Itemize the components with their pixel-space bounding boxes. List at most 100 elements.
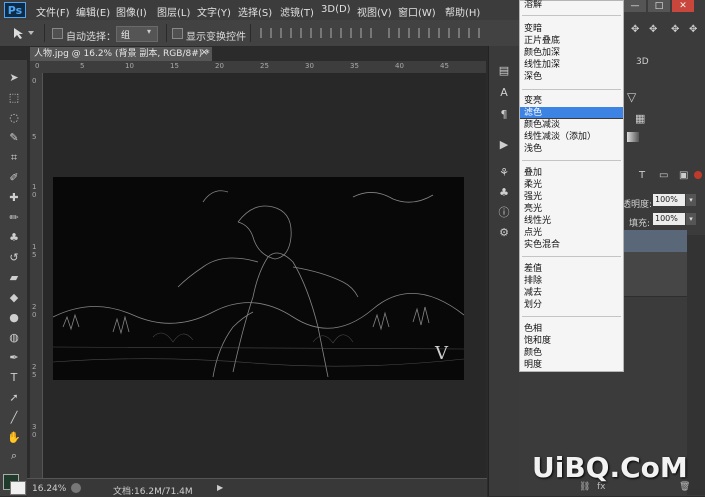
menu-edit[interactable]: 编辑(E) xyxy=(76,4,110,19)
info-icon[interactable]: ⓘ xyxy=(496,206,512,220)
blend-item-color-dodge[interactable]: 颜色减淡 xyxy=(524,119,560,131)
distribute-bottom-icon[interactable] xyxy=(428,28,440,38)
chevron-down-icon[interactable]: ▾ xyxy=(686,213,696,225)
align-bottom-icon[interactable] xyxy=(300,28,312,38)
blur-tool-icon[interactable]: ● xyxy=(4,310,24,326)
menu-help[interactable]: 帮助(H) xyxy=(445,4,480,19)
align-hcenter-icon[interactable] xyxy=(340,28,352,38)
eyedropper-tool-icon[interactable]: ✐ xyxy=(4,170,24,186)
align-vcenter-icon[interactable] xyxy=(280,28,292,38)
lasso-tool-icon[interactable]: ◌ xyxy=(4,110,24,126)
blend-item-darken[interactable]: 变暗 xyxy=(524,23,542,35)
properties-icon[interactable]: ⚙ xyxy=(496,226,512,240)
shape-tool-icon[interactable]: ╱ xyxy=(4,410,24,426)
paint-bucket-tool-icon[interactable]: ◆ xyxy=(4,290,24,306)
blend-item-lighter-color[interactable]: 浅色 xyxy=(524,143,542,155)
quick-select-tool-icon[interactable]: ✎ xyxy=(4,130,24,146)
blend-item-dissolve[interactable]: 溶解 xyxy=(524,0,542,11)
blend-item-soft-light[interactable]: 柔光 xyxy=(524,179,542,191)
path-select-tool-icon[interactable]: ➚ xyxy=(4,390,24,406)
character-icon[interactable]: A xyxy=(496,86,512,100)
align-top-icon[interactable] xyxy=(260,28,272,38)
healing-brush-tool-icon[interactable]: ✚ xyxy=(4,190,24,206)
blend-item-linear-burn[interactable]: 线性加深 xyxy=(524,59,560,71)
blend-item-hard-light[interactable]: 强光 xyxy=(524,191,542,203)
paragraph-icon[interactable]: ¶ xyxy=(496,108,512,122)
shape-filter-icon[interactable]: ▭ xyxy=(659,170,668,181)
blend-item-hue[interactable]: 色相 xyxy=(524,323,542,335)
menu-window[interactable]: 窗口(W) xyxy=(398,4,436,19)
menu-image[interactable]: 图像(I) xyxy=(116,4,147,19)
blend-item-color[interactable]: 颜色 xyxy=(524,347,542,359)
blend-item-subtract[interactable]: 减去 xyxy=(524,287,542,299)
play-icon[interactable]: ▶ xyxy=(217,483,223,492)
history-brush-tool-icon[interactable]: ↺ xyxy=(4,250,24,266)
menu-filter[interactable]: 滤镜(T) xyxy=(280,4,314,19)
background-color-swatch[interactable] xyxy=(10,481,26,495)
blend-item-exclusion[interactable]: 排除 xyxy=(524,275,542,287)
layer-row[interactable] xyxy=(622,274,687,297)
close-tab-icon[interactable]: × xyxy=(200,47,208,58)
menu-file[interactable]: 文件(F) xyxy=(36,4,70,19)
blend-item-vivid-light[interactable]: 亮光 xyxy=(524,203,542,215)
blend-item-difference[interactable]: 差值 xyxy=(524,263,542,275)
layer-row[interactable] xyxy=(622,252,687,275)
align-right-icon[interactable] xyxy=(360,28,372,38)
crop-tool-icon[interactable]: ⌗ xyxy=(4,150,24,166)
menu-select[interactable]: 选择(S) xyxy=(238,4,272,19)
menu-3d[interactable]: 3D(D) xyxy=(321,4,351,15)
document-tab[interactable]: 人物.jpg @ 16.2% (背景 副本, RGB/8#) * xyxy=(30,47,212,61)
hand-tool-icon[interactable]: ✋ xyxy=(4,430,24,446)
blend-item-overlay[interactable]: 叠加 xyxy=(524,167,542,179)
opacity-input[interactable]: 100% xyxy=(653,194,685,206)
show-transform-checkbox[interactable] xyxy=(172,28,183,39)
menu-type[interactable]: 文字(Y) xyxy=(197,4,231,19)
filter-toggle-icon[interactable] xyxy=(694,171,702,179)
type-filter-icon[interactable]: T xyxy=(639,170,645,181)
blend-item-multiply[interactable]: 正片叠底 xyxy=(524,35,560,47)
type-tool-icon[interactable]: T xyxy=(4,370,24,386)
minimize-icon[interactable]: — xyxy=(624,0,646,12)
close-window-icon[interactable]: ✕ xyxy=(672,0,694,12)
layer-row-selected[interactable] xyxy=(622,230,687,253)
move-tool-icon[interactable]: ➤ xyxy=(4,70,24,86)
blend-item-divide[interactable]: 划分 xyxy=(524,299,542,311)
blend-item-luminosity[interactable]: 明度 xyxy=(524,359,542,371)
blend-item-linear-dodge[interactable]: 线性减淡（添加） xyxy=(524,131,596,143)
blend-item-hard-mix[interactable]: 实色混合 xyxy=(524,239,560,251)
clone-source-icon[interactable]: ♣ xyxy=(496,186,512,200)
blend-item-saturation[interactable]: 饱和度 xyxy=(524,335,551,347)
document-image[interactable]: V xyxy=(53,177,464,380)
marquee-tool-icon[interactable]: ⬚ xyxy=(4,90,24,106)
smart-filter-icon[interactable]: ▣ xyxy=(679,170,688,181)
auto-select-dropdown[interactable]: 组 ▾ xyxy=(116,26,158,42)
fill-input[interactable]: 100% xyxy=(653,213,685,225)
zoom-tool-icon[interactable]: ⌕ xyxy=(4,448,24,464)
menu-view[interactable]: 视图(V) xyxy=(357,4,392,19)
histogram-icon[interactable]: ▤ xyxy=(496,64,512,78)
zoom-level[interactable]: 16.24% xyxy=(32,484,66,494)
clone-stamp-tool-icon[interactable]: ♣ xyxy=(4,230,24,246)
distribute-vcenter-icon[interactable] xyxy=(408,28,420,38)
tab-3d[interactable]: 3D xyxy=(636,57,649,67)
brush-presets-icon[interactable]: ⚘ xyxy=(496,166,512,180)
dodge-tool-icon[interactable]: ◍ xyxy=(4,330,24,346)
maximize-icon[interactable]: □ xyxy=(648,0,670,12)
distribute-left-icon[interactable] xyxy=(448,28,460,38)
blend-item-linear-light[interactable]: 线性光 xyxy=(524,215,551,227)
pen-tool-icon[interactable]: ✒ xyxy=(4,350,24,366)
auto-select-checkbox[interactable] xyxy=(52,28,63,39)
chevron-down-icon[interactable]: ▾ xyxy=(686,194,696,206)
actions-play-icon[interactable]: ▶ xyxy=(496,138,512,152)
blend-item-lighten[interactable]: 变亮 xyxy=(524,95,542,107)
blend-item-screen[interactable]: 滤色 xyxy=(524,107,542,119)
blend-item-darker-color[interactable]: 深色 xyxy=(524,71,542,83)
eraser-tool-icon[interactable]: ▰ xyxy=(4,270,24,286)
blend-item-pin-light[interactable]: 点光 xyxy=(524,227,542,239)
panel-scrollbar[interactable] xyxy=(687,235,705,495)
blend-item-color-burn[interactable]: 颜色加深 xyxy=(524,47,560,59)
brush-tool-icon[interactable]: ✏ xyxy=(4,210,24,226)
distribute-hcenter-icon[interactable] xyxy=(468,28,480,38)
menu-layer[interactable]: 图层(L) xyxy=(157,4,190,19)
distribute-top-icon[interactable] xyxy=(388,28,400,38)
